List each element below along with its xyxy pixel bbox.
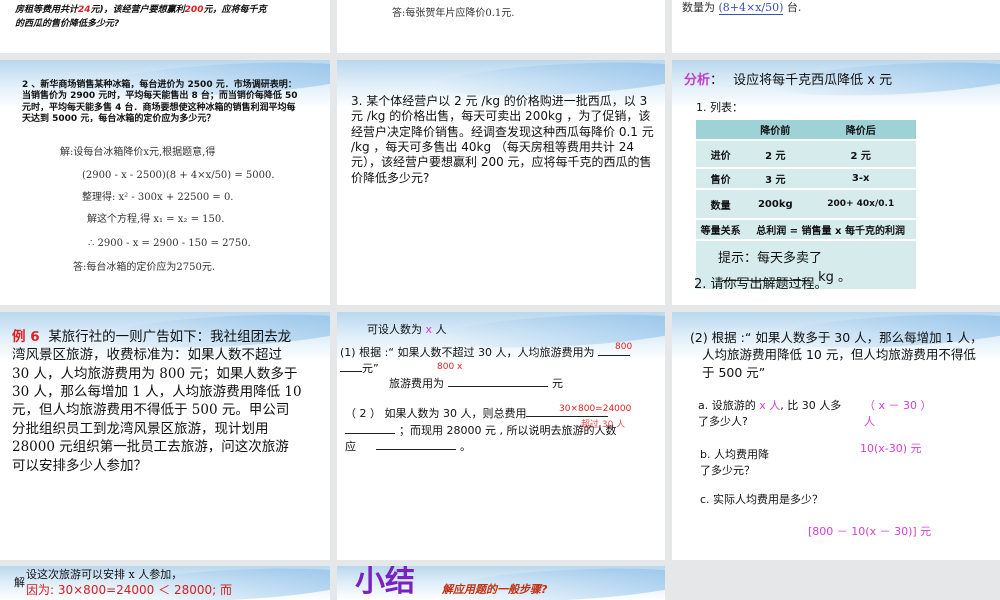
slide-top-1[interactable]: 房租等费用共计24元)，该经营户要想赢利200元，应将每千克 的西瓜的售价降低多…	[0, 0, 330, 53]
solution-line: (2900 - x - 2500)(8 + 4×x/50) = 5000.	[82, 170, 275, 181]
td: 数量	[696, 189, 746, 220]
text: 。	[460, 440, 471, 453]
text: 旅游费用为	[389, 377, 444, 390]
slide-melon-problem[interactable]: 3. 某个体经营户以 2 元 /kg 的价格购进一批西瓜，以 3 元 /kg 的…	[337, 60, 665, 305]
text: 某旅行社的一则广告如下：我社组团去龙湾风景区旅游，收费标准为：如果人数不超过 3…	[12, 329, 302, 474]
question-a: a. 设旅游的 x 人, 比 30 人多了多少人?	[698, 398, 848, 430]
text: 200	[184, 5, 204, 15]
line: 应。	[345, 440, 471, 453]
text: x	[425, 323, 433, 336]
answer-b: 10(x-30) 元	[860, 442, 922, 455]
slide-solution[interactable]: 解 设这次旅游可以安排 x 人参加， 因为: 30×800=24000 ＜ 28…	[0, 566, 330, 600]
text: 可设人数为	[367, 323, 422, 336]
analysis-table: 降价前 降价后 进价 2 元2 元 售价 3 元 3-x 数量 200kg 200+ 40x…	[696, 120, 916, 289]
text: 台.	[786, 1, 802, 14]
td: 200+ 40x/0.1	[805, 189, 916, 220]
td: 等量关系	[696, 219, 746, 241]
solution-line: 解:设每台冰箱降价x元,根据题意,得	[60, 147, 216, 158]
td: 进价	[696, 140, 746, 169]
td: 3 元	[745, 168, 806, 190]
question-b: b. 人均费用降了多少元？	[700, 448, 769, 477]
th	[696, 120, 746, 141]
problem-text: 3. 某个体经营户以 2 元 /kg 的价格购进一批西瓜，以 3 元 /kg 的…	[351, 94, 654, 185]
answer: 800 x	[437, 362, 463, 372]
slide-example6[interactable]: 例 6 某旅行社的一则广告如下：我社组团去龙湾风景区旅游，收费标准为：如果人数不…	[0, 312, 330, 560]
solution-line: 答:每台冰箱的定价应为2750元.	[73, 262, 215, 273]
text: 元)，该经营户要想赢利	[90, 5, 185, 15]
example-label: 例 6	[12, 329, 40, 345]
intro: (2) 根据 :“ 如果人数多于 30 人，那么每增加 1 人，人均旅游费用降低…	[690, 330, 983, 380]
problem-text: 2 、新华商场销售某种冰箱，每台进价为 2500 元．市场调研表明：当销售价为 …	[22, 80, 298, 124]
text: 的西瓜的售价降低多少元?	[15, 18, 120, 29]
answer: 30×800=24000	[559, 404, 632, 414]
example-text: 例 6 某旅行社的一则广告如下：我社组团去龙湾风景区旅游，收费标准为：如果人数不…	[12, 328, 302, 475]
td: 200kg	[745, 189, 806, 220]
td: 2 元	[745, 140, 806, 169]
formula-text: 数量为 (8+4×x/50) 台.	[682, 1, 802, 15]
solution-line: 整理得: x² - 300x + 22500 = 0.	[82, 192, 234, 203]
answer-a: （ x － 30 ）人	[864, 399, 932, 428]
th: 降价后	[805, 120, 916, 141]
td: 2 元	[805, 140, 916, 169]
solution-line: ∴ 2900 - x = 2900 - 150 = 2750.	[88, 238, 251, 249]
answer: 超过 30 人	[581, 420, 626, 430]
line: (1) 根据 :“ 如果人数不超过 30 人，人均旅游费用为	[340, 346, 631, 359]
answer-text: 答:每张贺年片应降价0.1元.	[392, 8, 515, 19]
slide-part1[interactable]: 可设人数为 x 人 (1) 根据 :“ 如果人数不超过 30 人，人均旅游费用为…	[337, 312, 665, 560]
summary-subtitle: 解应用题的一般步骤?	[442, 583, 548, 596]
td: 3-x	[805, 168, 916, 190]
text: x 人	[759, 399, 781, 412]
th: 降价前	[745, 120, 806, 141]
text: 24	[78, 5, 91, 15]
slide-top-3[interactable]: 数量为 (8+4×x/50) 台.	[672, 0, 1000, 53]
slide-analysis[interactable]: 分析： 设应将每千克西瓜降低 x 元 1. 列表： 降价前 降价后 进价 2 元2 …	[672, 60, 1000, 305]
slide-top-2[interactable]: 答:每张贺年片应降价0.1元.	[337, 0, 665, 53]
slide-fridge-problem[interactable]: 2 、新华商场销售某种冰箱，每台进价为 2500 元．市场调研表明：当销售价为 …	[0, 60, 330, 305]
text: a. 设旅游的	[698, 399, 756, 412]
td: 总利润 = 销售量 x 每千克的利润	[745, 219, 916, 241]
step2: 2. 请你写出解题过程。	[694, 277, 828, 292]
solution-label: 解	[14, 576, 25, 589]
text: 房租等费用共计	[15, 5, 79, 15]
text: 元	[552, 377, 563, 390]
text: (1) 根据 :“ 如果人数不超过 30 人，人均旅游费用为	[340, 346, 595, 359]
slide-part2[interactable]: (2) 根据 :“ 如果人数多于 30 人，那么每增加 1 人，人均旅游费用降低…	[672, 312, 1000, 560]
line: 元”	[340, 362, 379, 375]
slide-summary[interactable]: 小结 解应用题的一般步骤?	[337, 566, 665, 600]
analysis-title: 分析： 设应将每千克西瓜降低 x 元	[684, 73, 893, 88]
question-c: c. 实际人均费用是多少？	[700, 493, 824, 506]
analysis-label: 分析	[684, 73, 711, 88]
step1: 1. 列表：	[696, 101, 743, 114]
text: 提示：每天多卖了	[718, 251, 823, 266]
text: 应	[345, 440, 356, 453]
solution-line: 解这个方程,得 x₁ = x₂ = 150.	[87, 214, 225, 225]
text: （ 2 ） 如果人数为 30 人，则总费用	[345, 407, 527, 420]
answer: 800	[615, 342, 633, 352]
slide-text: 房租等费用共计24元)，该经营户要想赢利200元，应将每千克 的西瓜的售价降低多…	[15, 4, 325, 32]
td: 售价	[696, 168, 746, 190]
answer-c: [800 － 10(x － 30)] 元	[808, 525, 932, 538]
text: 元”	[362, 362, 379, 375]
solution-line: 因为: 30×800=24000 ＜ 28000; 而	[26, 583, 232, 597]
text: 元，应将每千克	[203, 5, 267, 15]
line: 可设人数为 x 人	[367, 323, 447, 336]
summary-title: 小结	[355, 566, 415, 599]
text: 人	[435, 323, 447, 336]
solution-line: 设这次旅游可以安排 x 人参加，	[26, 568, 183, 581]
line: ；而现用 28000 元 , 所以说明去旅游的人数	[345, 424, 616, 437]
text: (8+4×x/50)	[718, 1, 784, 15]
text: 设应将每千克西瓜降低 x 元	[733, 73, 893, 88]
line: 旅游费用为 元	[389, 377, 563, 390]
text: 数量为	[682, 1, 715, 14]
